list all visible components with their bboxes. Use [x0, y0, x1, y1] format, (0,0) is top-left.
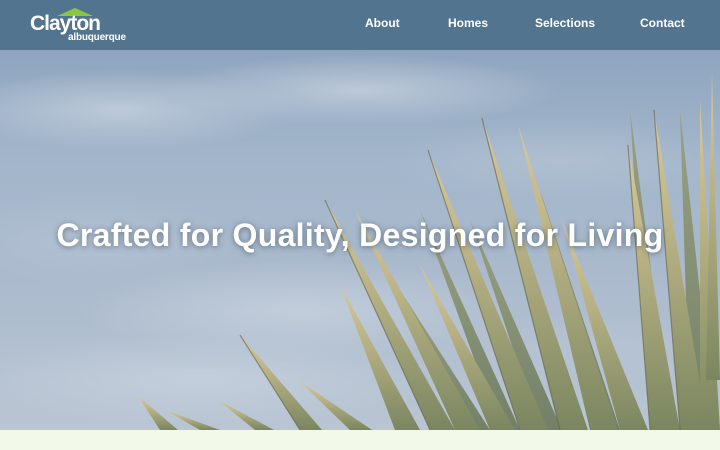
content-band	[0, 430, 720, 450]
nav-contact[interactable]: Contact	[640, 16, 685, 30]
hero-banner: Crafted for Quality, Designed for Living	[0, 50, 720, 430]
nav-about[interactable]: About	[365, 16, 400, 30]
hero-title: Crafted for Quality, Designed for Living	[56, 217, 664, 253]
nav-homes[interactable]: Homes	[448, 16, 488, 30]
site-header: Clayton albuquerque About Homes Selectio…	[0, 0, 720, 50]
logo-location: albuquerque	[68, 32, 126, 43]
clayton-logo[interactable]: Clayton albuquerque	[30, 8, 130, 44]
nav-selections[interactable]: Selections	[535, 16, 595, 30]
